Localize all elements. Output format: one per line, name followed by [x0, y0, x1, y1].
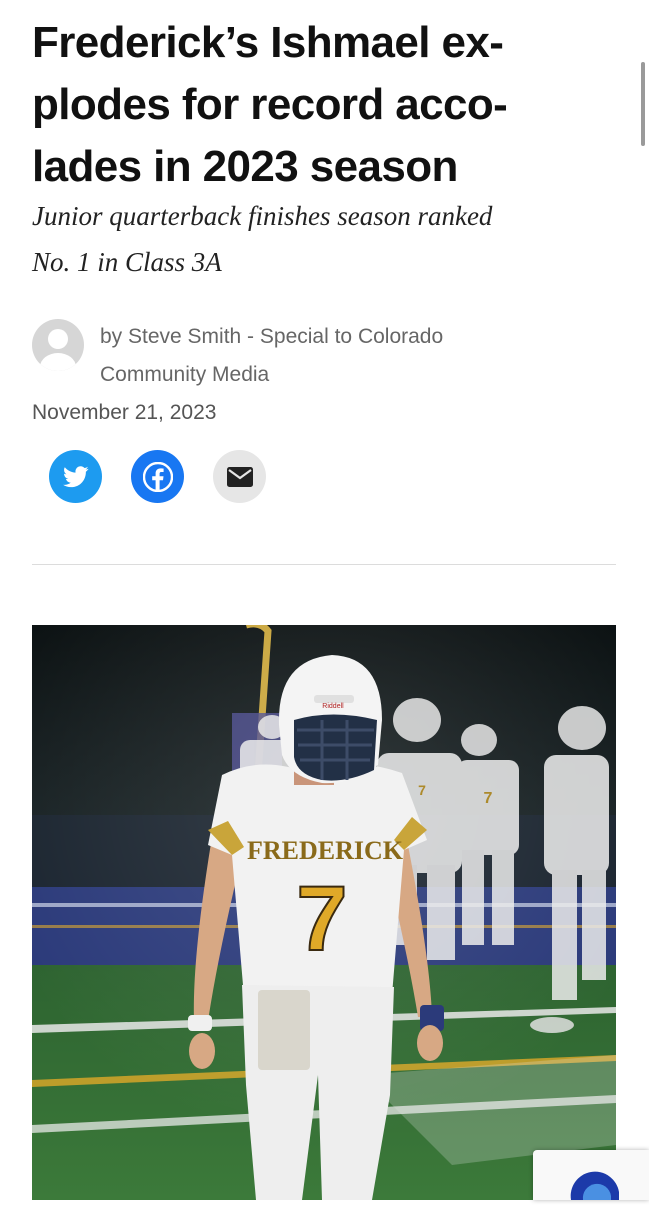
helmet-brand: Riddell	[322, 703, 344, 710]
jersey-number: 7	[296, 868, 347, 970]
svg-text:7: 7	[484, 790, 493, 807]
publish-date: November 21, 2023	[32, 401, 217, 424]
facebook-f-icon	[142, 461, 173, 492]
article-headline: Frederick’s Ishmael ex- plodes for recor…	[32, 12, 612, 198]
headline-line: plodes for record acco-	[32, 80, 508, 129]
byline-line: by Steve Smith - Special to Colorado	[100, 325, 444, 348]
person-silhouette-icon	[40, 329, 76, 371]
byline-line: Community Media	[100, 363, 270, 386]
share-twitter-button[interactable]	[49, 450, 102, 503]
envelope-icon	[226, 466, 253, 487]
headline-line: Frederick’s Ishmael ex-	[32, 18, 504, 67]
recaptcha-badge[interactable]	[533, 1150, 649, 1200]
subheadline-line: No. 1 in Class 3A	[32, 247, 222, 277]
author-byline[interactable]: by Steve Smith - Special to Colorado Com…	[100, 318, 610, 394]
article-photo[interactable]: 7 7 FREDERICK 7 Riddell	[32, 625, 616, 1200]
subheadline-line: Junior quarterback finishes season ranke…	[32, 201, 493, 231]
twitter-bird-icon	[62, 465, 89, 487]
section-divider	[32, 564, 616, 565]
article-subheadline: Junior quarterback finishes season ranke…	[32, 193, 617, 285]
svg-text:7: 7	[418, 782, 426, 798]
share-email-button[interactable]	[213, 450, 266, 503]
author-avatar[interactable]	[32, 319, 84, 371]
headline-line: lades in 2023 season	[32, 142, 458, 191]
share-facebook-button[interactable]	[131, 450, 184, 503]
football-player-photo: 7 7 FREDERICK 7 Riddell	[32, 625, 616, 1200]
scrollbar[interactable]	[641, 62, 645, 146]
recaptcha-icon	[570, 1171, 619, 1200]
jersey-text: FREDERICK	[247, 836, 404, 865]
